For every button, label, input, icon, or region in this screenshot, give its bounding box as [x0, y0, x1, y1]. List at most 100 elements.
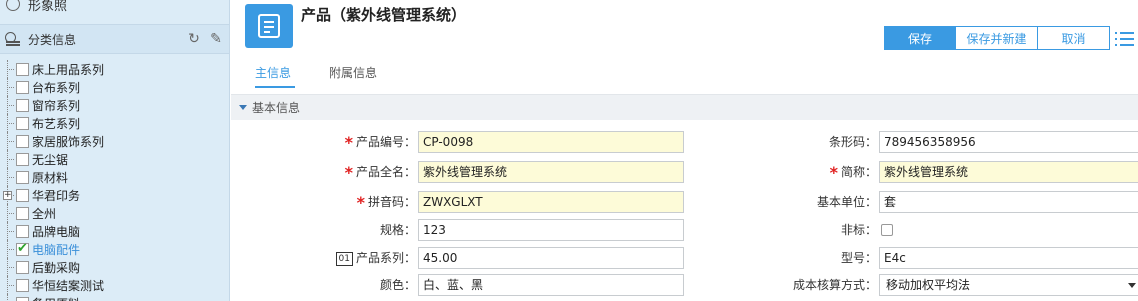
color-label: 颜色：: [379, 278, 416, 292]
pinyin-field[interactable]: ZWXGLXT: [418, 191, 684, 213]
category-tree: 床上用品系列 台布系列窗帘系列布艺系列家居服饰系列 无尘锯原材料 + 华君印务全州品牌电…: [0, 60, 229, 301]
full-name-label: * 产品全名：: [344, 162, 416, 182]
save-button[interactable]: 保存: [884, 26, 956, 50]
section-basic-info[interactable]: 基本信息: [231, 94, 1138, 120]
base-unit-field[interactable]: 套: [879, 191, 1138, 213]
tree-checkbox[interactable]: [16, 206, 29, 220]
product-code-field[interactable]: CP-0098: [418, 131, 684, 153]
tree-checkbox[interactable]: [16, 62, 29, 76]
tree-item-label: 备用原料: [32, 295, 80, 301]
tree-checkbox[interactable]: [16, 134, 29, 148]
tree-item[interactable]: 床上用品系列: [0, 60, 229, 78]
category-search-icon: [4, 31, 22, 47]
tree-item[interactable]: 电脑配件: [0, 240, 229, 258]
tree-item[interactable]: 后勤采购: [0, 258, 229, 276]
full-name-field[interactable]: 紫外线管理系统: [418, 161, 684, 183]
tree-checkbox[interactable]: [16, 116, 29, 130]
form-row: * 拼音码： ZWXGLXT 基本单位： 套: [231, 191, 1138, 213]
product-form-panel: 产品（紫外线管理系统） 保存 保存并新建 取消 主信息 附属信息 基本信息 * 产…: [231, 0, 1138, 301]
tree-item-label: 全州: [32, 206, 57, 221]
tree-checkbox[interactable]: [16, 152, 29, 166]
tree-guide-line: [7, 231, 14, 232]
tree-checkbox[interactable]: [16, 80, 29, 94]
product-code-label: * 产品编号：: [344, 132, 416, 152]
barcode-field[interactable]: 789456358956: [879, 131, 1138, 153]
tree-item-label: 窗帘系列: [32, 98, 81, 113]
model-field[interactable]: E4c: [879, 247, 1138, 269]
tree-item[interactable]: 全州: [0, 204, 229, 222]
tree-item[interactable]: 布艺系列: [0, 114, 229, 132]
tree-checkbox[interactable]: [16, 98, 29, 112]
tree-item-label: 品牌电脑: [32, 224, 81, 239]
tree-checkbox[interactable]: [16, 278, 29, 292]
tree-item-label: 床上用品系列: [32, 62, 105, 77]
tree-item[interactable]: 备用原料: [0, 294, 229, 301]
base-unit-label: 基本单位：: [816, 195, 877, 209]
tree-item-label: 电脑配件: [32, 242, 81, 257]
form-row: * 产品编号： CP-0098 条形码： 789456358956: [231, 131, 1138, 153]
tree-item[interactable]: 台布系列: [0, 78, 229, 96]
pinyin-label: * 拼音码：: [356, 192, 416, 212]
tree-checkbox[interactable]: [16, 296, 29, 301]
category-panel-title: 分类信息: [28, 32, 77, 47]
color-field[interactable]: 白、蓝、黑: [418, 274, 684, 296]
series-label: 01 产品系列：: [311, 247, 416, 269]
page-title: 产品（紫外线管理系统）: [301, 6, 467, 24]
tab-additional-info[interactable]: 附属信息: [329, 60, 385, 88]
tree-item-label: 无尘锯: [32, 152, 69, 167]
tree-checkbox[interactable]: [16, 188, 29, 202]
spec-field[interactable]: 123: [418, 219, 684, 241]
dropdown-arrow-icon: [1128, 283, 1136, 288]
cost-method-select[interactable]: 移动加权平均法: [879, 274, 1138, 296]
tree-item-label: 家居服饰系列: [32, 134, 105, 149]
tab-main-info[interactable]: 主信息: [255, 60, 295, 88]
tree-guide-line: [7, 141, 14, 142]
tree-item[interactable]: 无尘锯: [0, 150, 229, 168]
barcode-label: 条形码：: [828, 135, 877, 149]
series-code-icon: 01: [335, 251, 353, 266]
edit-icon[interactable]: ✎: [208, 31, 224, 47]
photo-icon: [6, 0, 20, 11]
category-sidebar: 形象照 分类信息 ↻ ✎ 床上用品系列 台布系列窗帘系列布艺系列家居服饰系列 无尘锯…: [0, 0, 230, 301]
collapse-triangle-icon: [239, 105, 247, 110]
model-label: 型号：: [840, 251, 877, 265]
tree-guide-line: [7, 249, 14, 250]
tree-item[interactable]: 窗帘系列: [0, 96, 229, 114]
product-form-icon: [245, 4, 293, 48]
short-name-field[interactable]: 紫外线管理系统: [879, 161, 1138, 183]
tree-item-label: 后勤采购: [32, 260, 81, 275]
tree-checkbox[interactable]: [16, 260, 29, 274]
short-name-label: * 简称：: [829, 162, 877, 182]
spec-label: 规格：: [379, 223, 416, 237]
tree-item[interactable]: 华恒结案测试: [0, 276, 229, 294]
cost-method-value: 移动加权平均法: [886, 278, 971, 292]
tree-item[interactable]: 家居服饰系列: [0, 132, 229, 150]
tree-guide-line: [7, 294, 8, 301]
tree-item-label: 布艺系列: [32, 116, 81, 131]
tree-item[interactable]: + 华君印务: [0, 186, 229, 204]
refresh-icon[interactable]: ↻: [186, 31, 202, 47]
tree-checkbox[interactable]: [16, 170, 29, 184]
tree-item-label: 原材料: [32, 170, 69, 185]
action-buttons: 保存 保存并新建 取消: [884, 26, 1110, 50]
tree-checkbox[interactable]: [16, 224, 29, 238]
form-row: 规格： 123 非标：: [231, 219, 1138, 241]
tree-item-label: 华君印务: [32, 188, 81, 203]
tree-item-label: 华恒结案测试: [32, 278, 105, 293]
form-row: 01 产品系列： 45.00 型号： E4c: [231, 247, 1138, 269]
non-standard-checkbox[interactable]: [881, 224, 893, 236]
cancel-button[interactable]: 取消: [1038, 26, 1110, 50]
sidebar-item-photo[interactable]: 形象照: [0, 0, 229, 16]
expand-icon[interactable]: +: [3, 191, 12, 200]
tree-guide-line: [7, 213, 14, 214]
list-menu-icon[interactable]: [1115, 29, 1135, 47]
cost-method-label: 成本核算方式：: [792, 278, 877, 292]
tree-guide-line: [7, 105, 14, 106]
tree-guide-line: [7, 177, 14, 178]
non-standard-label: 非标：: [840, 223, 877, 237]
tree-item[interactable]: 原材料: [0, 168, 229, 186]
tree-checkbox[interactable]: [16, 241, 29, 256]
series-field[interactable]: 45.00: [418, 247, 684, 269]
tree-item[interactable]: 品牌电脑: [0, 222, 229, 240]
save-and-new-button[interactable]: 保存并新建: [956, 26, 1038, 50]
